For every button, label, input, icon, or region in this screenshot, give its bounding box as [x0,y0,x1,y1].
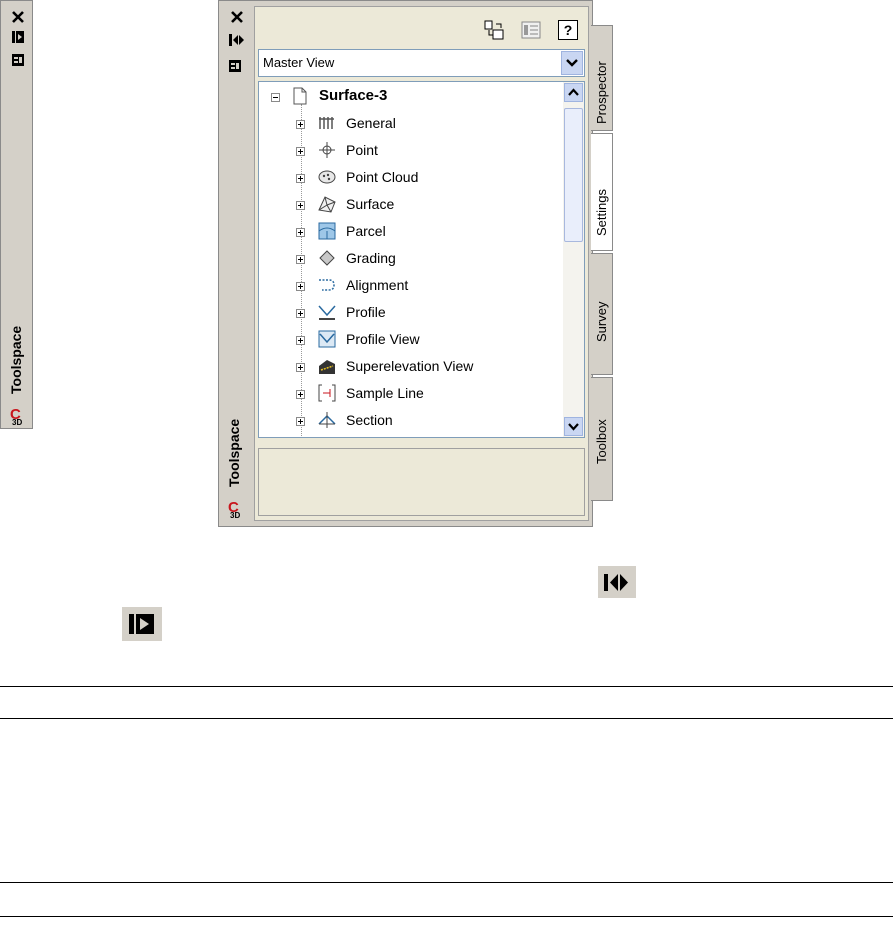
sample-line-icon [318,384,336,402]
description-pane [258,448,585,516]
tree-root-label[interactable]: Surface-3 [319,86,387,106]
expand-icon[interactable] [296,174,305,183]
chevron-down-icon[interactable] [564,417,583,436]
toolspace-panel: Toolspace C 3D ? Master View Surface-3 G… [218,0,613,527]
civil3d-logo: C 3D [10,406,23,427]
list-view-icon[interactable] [520,19,542,41]
expand-icon[interactable] [11,30,25,44]
tree-item[interactable]: General [346,113,396,133]
point-cloud-icon [318,170,336,184]
profile-view-icon [318,330,336,348]
chevron-down-icon[interactable] [561,51,583,75]
tree-item[interactable]: Surface [346,194,394,214]
toolspace-content: ? Master View Surface-3 General Point Po… [254,6,589,521]
tab-prospector[interactable]: Prospector [591,25,613,131]
settings-tree: Surface-3 General Point Point Cloud Surf… [258,81,585,438]
expand-icon[interactable] [296,282,305,291]
tree-item[interactable]: Section [346,410,393,430]
expand-icon[interactable] [296,201,305,210]
help-button[interactable]: ? [558,20,578,40]
expand-icon[interactable] [296,147,305,156]
tree-item[interactable]: Grading [346,248,396,268]
tab-toolbox[interactable]: Toolbox [591,377,613,501]
tree-item[interactable]: Profile View [346,329,420,349]
tab-settings[interactable]: Settings [591,133,613,251]
tree-item[interactable]: Superelevation View [346,356,473,376]
drawing-icon [293,87,307,105]
expand-icon[interactable] [296,390,305,399]
tree-item[interactable]: Point Cloud [346,167,418,187]
grading-icon [319,250,335,266]
tree-item[interactable]: Alignment [346,275,408,295]
tree-item[interactable]: Sample Line [346,383,424,403]
section-icon [318,412,336,428]
expand-icon[interactable] [296,363,305,372]
view-select[interactable]: Master View [258,49,585,77]
expand-icon[interactable] [296,228,305,237]
tree-scrollbar[interactable] [563,82,584,437]
auto-hide-icon [598,566,636,598]
chevron-up-icon[interactable] [564,83,583,102]
view-select-value: Master View [263,55,335,70]
close-icon[interactable] [11,10,25,24]
tree-item[interactable]: Profile [346,302,386,322]
toolspace-title: Toolspace [226,418,242,487]
expand-icon[interactable] [296,336,305,345]
auto-hide-icon[interactable] [228,33,244,47]
scrollbar-thumb[interactable] [564,108,583,242]
collapse-icon[interactable] [271,93,280,102]
properties-icon[interactable] [228,59,242,73]
profile-icon [318,305,336,320]
superelevation-view-icon [319,360,335,374]
alignment-icon [319,279,335,291]
item-view-icon[interactable] [483,19,505,41]
properties-icon[interactable] [11,53,25,67]
expand-icon [122,607,162,641]
tree-item[interactable]: Parcel [346,221,386,241]
divider [0,882,893,883]
toolspace-title: Toolspace [8,325,24,394]
expand-icon[interactable] [296,120,305,129]
close-icon[interactable] [230,10,244,24]
civil3d-logo: C 3D [228,499,241,520]
general-icon [319,117,334,129]
divider [0,718,893,719]
expand-icon[interactable] [296,417,305,426]
tab-survey[interactable]: Survey [591,253,613,375]
divider [0,916,893,917]
parcel-icon [318,222,336,240]
tree-item[interactable]: Point [346,140,378,160]
divider [0,686,893,687]
expand-icon[interactable] [296,309,305,318]
surface-icon [318,196,336,213]
collapsed-toolspace-bar: Toolspace C 3D [0,0,33,429]
point-icon [319,142,335,158]
expand-icon[interactable] [296,255,305,264]
